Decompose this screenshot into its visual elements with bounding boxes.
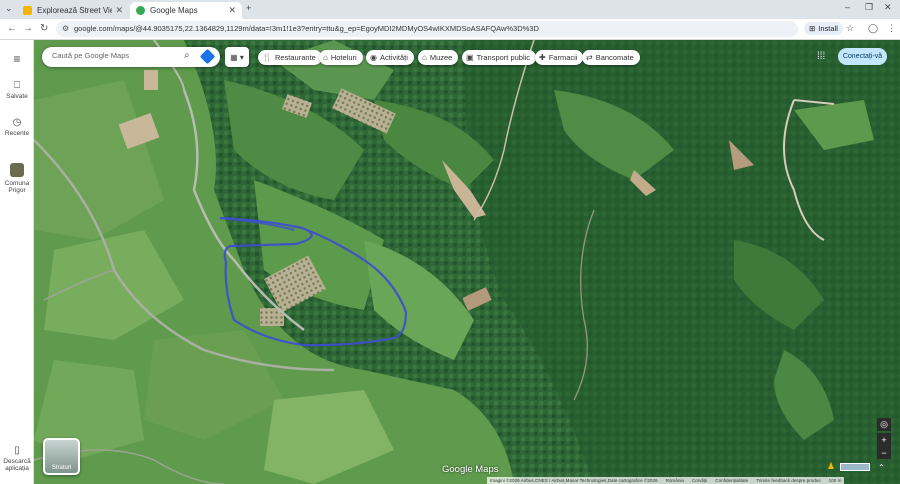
privacy-link[interactable]: Confidențialitate xyxy=(715,478,748,483)
sidebar-item-saved[interactable]: ⎕ Salvate xyxy=(0,80,34,100)
apps-grid-icon[interactable]: ⁞⁞⁞ xyxy=(817,51,825,62)
search-input[interactable] xyxy=(52,51,172,60)
profile-icon[interactable]: ◯ xyxy=(868,23,878,34)
chip-label: Hoteluri xyxy=(330,53,357,62)
hamburger-icon: ≡ xyxy=(13,52,21,66)
install-button[interactable]: ⊞ Install xyxy=(804,22,843,35)
minus-icon: − xyxy=(881,447,887,458)
bookmark-star-icon[interactable]: ☆ xyxy=(846,23,854,34)
chip-label: Transport public xyxy=(476,53,531,62)
directions-icon[interactable] xyxy=(199,48,216,65)
my-location-button[interactable]: ◎ xyxy=(877,418,891,431)
sidebar-item-comuna-prigor[interactable]: Comuna Prigor xyxy=(0,163,34,194)
new-tab-icon[interactable]: + xyxy=(246,3,251,13)
location-icon: ◎ xyxy=(880,419,888,429)
satellite-imagery xyxy=(34,40,900,484)
pharmacy-icon: ✚ xyxy=(539,53,546,62)
maps-favicon-icon xyxy=(136,6,145,15)
search-box[interactable]: ⌕ xyxy=(42,47,220,67)
layers-label: Straturi xyxy=(51,465,72,471)
chip-atms[interactable]: ⇄ Bancomate xyxy=(582,50,640,65)
url-text: google.com/maps/@44.9035175,22.1364829,1… xyxy=(74,24,539,33)
menu-button[interactable]: ≡ xyxy=(0,52,34,68)
country-label[interactable]: România xyxy=(666,478,684,483)
menu-dots-icon[interactable]: ⋮ xyxy=(887,23,896,34)
chip-label: Activități xyxy=(379,53,408,62)
feedback-link[interactable]: Trimite feedback despre produs xyxy=(756,478,820,483)
close-window-icon[interactable]: ✕ xyxy=(884,2,892,13)
chip-hotels[interactable]: ⌂ Hoteluri xyxy=(319,50,363,65)
forward-icon[interactable]: → xyxy=(23,23,33,34)
attribution-bar: Imagini ©2026 Airbus,CNES / Airbus,Maxar… xyxy=(487,477,845,484)
bookmark-icon: ⎕ xyxy=(14,80,20,91)
sidebar-item-label: Recente xyxy=(4,130,30,137)
google-maps-logo: Google Maps xyxy=(442,464,499,475)
minimize-icon[interactable]: – xyxy=(845,2,850,12)
transit-icon: ▣ xyxy=(466,53,474,62)
pegman-icon[interactable]: ♟ xyxy=(827,461,835,472)
map-type-button[interactable]: ▦ ▾ xyxy=(225,47,249,67)
sidebar-item-recent[interactable]: ◷ Recente xyxy=(0,117,34,137)
tab-search-icon[interactable]: ⌄ xyxy=(5,3,13,14)
satellite-map[interactable]: ⌕ ▦ ▾ 🍴 Restaurante ⌂ Hoteluri ◉ Activit… xyxy=(34,40,900,484)
sidebar-item-label: Comuna Prigor xyxy=(4,180,30,194)
tab-title: Google Maps xyxy=(150,6,198,15)
chip-label: Muzee xyxy=(429,53,453,62)
plus-icon: + xyxy=(881,434,887,445)
sidebar-item-label: Salvate xyxy=(6,93,28,100)
activities-icon: ◉ xyxy=(370,53,377,62)
chip-activities[interactable]: ◉ Activități xyxy=(366,50,414,65)
chip-label: Farmacii xyxy=(548,53,578,62)
place-thumbnail xyxy=(10,163,24,177)
sign-in-button[interactable]: Conectați-vă xyxy=(838,48,887,65)
install-icon: ⊞ xyxy=(809,24,816,33)
layers-grid-icon: ▦ ▾ xyxy=(230,52,244,62)
url-field[interactable]: ⚙ google.com/maps/@44.9035175,22.1364829… xyxy=(56,21,798,37)
museum-icon: ⌂ xyxy=(422,53,427,62)
search-icon[interactable]: ⌕ xyxy=(184,50,190,61)
browser-tab-bar: ⌄ Explorează Street View și adău ✕ Googl… xyxy=(0,0,900,19)
phone-icon: ▯ xyxy=(14,445,20,456)
tab-title: Explorează Street View și adău xyxy=(37,6,113,15)
close-tab-icon[interactable]: ✕ xyxy=(115,5,123,16)
history-icon: ◷ xyxy=(12,117,22,128)
tab-google-maps[interactable]: Google Maps ✕ xyxy=(130,2,242,19)
layers-button[interactable]: Straturi xyxy=(43,438,80,475)
maximize-icon[interactable]: ❐ xyxy=(865,2,873,13)
address-bar-row: ← → ↻ ⚙ google.com/maps/@44.9035175,22.1… xyxy=(0,19,900,40)
chip-public-transit[interactable]: ▣ Transport public xyxy=(462,50,537,65)
chip-label: Restaurante xyxy=(274,53,316,62)
maps-sidebar: ≡ ⎕ Salvate ◷ Recente Comuna Prigor ▯ De… xyxy=(0,40,34,484)
reload-icon[interactable]: ↻ xyxy=(40,23,48,34)
sidebar-item-label: Descarcă aplicația xyxy=(3,458,31,472)
scale-label[interactable]: 100 m xyxy=(829,478,842,483)
tab-street-view[interactable]: Explorează Street View și adău ✕ xyxy=(17,2,129,19)
imagery-thumbnails[interactable] xyxy=(840,463,870,471)
install-label: Install xyxy=(818,24,838,33)
imagery-credit: Imagini ©2026 Airbus,CNES / Airbus,Maxar… xyxy=(490,478,658,483)
chip-museums[interactable]: ⌂ Muzee xyxy=(418,50,459,65)
restaurant-icon: 🍴 xyxy=(262,53,272,62)
streetview-favicon-icon xyxy=(23,6,32,15)
hotel-icon: ⌂ xyxy=(323,53,328,62)
close-tab-icon[interactable]: ✕ xyxy=(228,5,236,16)
site-info-icon[interactable]: ⚙ xyxy=(62,24,69,33)
sidebar-item-download-app[interactable]: ▯ Descarcă aplicația xyxy=(0,445,34,472)
chip-restaurants[interactable]: 🍴 Restaurante xyxy=(258,50,322,65)
chip-label: Bancomate xyxy=(595,53,634,62)
atm-icon: ⇄ xyxy=(586,53,593,62)
back-icon[interactable]: ← xyxy=(7,23,17,34)
zoom-in-button[interactable]: + xyxy=(877,433,891,446)
terms-link[interactable]: Condiții xyxy=(692,478,707,483)
zoom-out-button[interactable]: − xyxy=(877,446,891,459)
chip-pharmacies[interactable]: ✚ Farmacii xyxy=(535,50,584,65)
expand-icon[interactable]: ⌃ xyxy=(878,463,885,472)
